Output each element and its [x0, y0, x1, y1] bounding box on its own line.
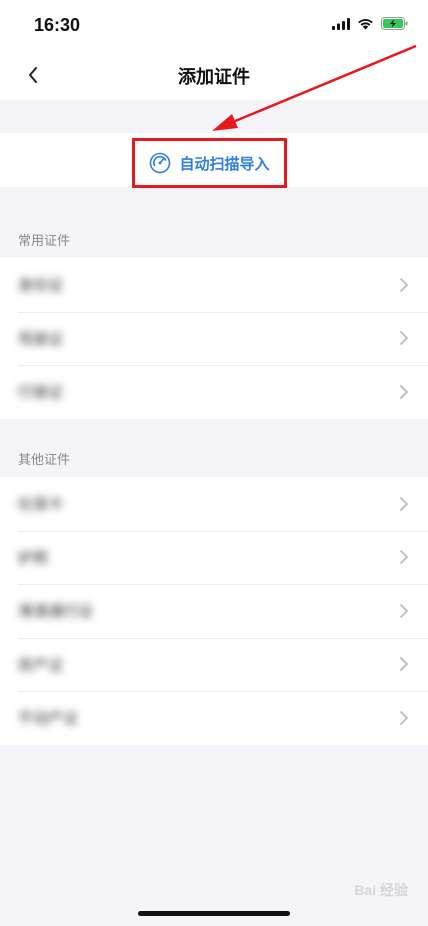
chevron-right-icon: [400, 384, 408, 399]
list-item-real-estate-certificate[interactable]: 不动产证: [0, 691, 428, 745]
status-time: 16:30: [34, 15, 81, 35]
chevron-right-icon: [400, 331, 408, 346]
list-item-label: 不动产证: [18, 709, 79, 728]
list-item-social-security-card[interactable]: 社保卡: [0, 477, 428, 531]
chevron-right-icon: [400, 710, 408, 725]
list-item-hk-macau-pass[interactable]: 港澳通行证: [0, 584, 428, 638]
page-title: 添加证件: [178, 67, 250, 88]
status-bar: 16:30: [0, 0, 428, 50]
signal-icon: [332, 17, 350, 30]
chevron-right-icon: [400, 496, 408, 511]
list-item-id-card[interactable]: 身份证: [0, 258, 428, 312]
home-indicator[interactable]: [138, 911, 290, 916]
auto-scan-import-button[interactable]: 自动扫描导入: [132, 138, 287, 188]
list-item-label: 身份证: [18, 276, 64, 295]
chevron-right-icon: [400, 603, 408, 618]
other-certificates-list: 社保卡 护照 港澳通行证 房产证 不动产证: [0, 477, 428, 745]
list-item-label: 港澳通行证: [18, 602, 94, 621]
auto-scan-import-label: 自动扫描导入: [179, 154, 270, 173]
scan-card: 自动扫描导入: [0, 133, 428, 188]
section-header-other: 其他证件: [18, 453, 71, 468]
list-item-driver-license[interactable]: 驾驶证: [0, 311, 428, 366]
list-item-label: 护照: [18, 548, 49, 567]
list-item-label: 社保卡: [18, 495, 64, 514]
list-item-vehicle-license[interactable]: 行驶证: [0, 365, 428, 419]
chevron-right-icon: [400, 277, 408, 292]
list-item-passport[interactable]: 护照: [0, 530, 428, 585]
section-header-common: 常用证件: [18, 234, 71, 249]
list-item-label: 行驶证: [18, 383, 64, 402]
list-item-property-certificate[interactable]: 房产证: [0, 637, 428, 692]
watermark: Bai 经验: [354, 882, 408, 898]
scan-gauge-icon: [150, 152, 171, 174]
chevron-right-icon: [400, 657, 408, 672]
common-certificates-list: 身份证 驾驶证 行驶证: [0, 258, 428, 419]
chevron-right-icon: [400, 550, 408, 565]
list-item-label: 驾驶证: [18, 329, 64, 348]
nav-bar: 添加证件: [0, 50, 428, 100]
list-item-label: 房产证: [18, 655, 64, 674]
status-icons: [332, 17, 408, 30]
battery-charging-icon: [381, 17, 408, 30]
wifi-icon: [358, 18, 373, 29]
